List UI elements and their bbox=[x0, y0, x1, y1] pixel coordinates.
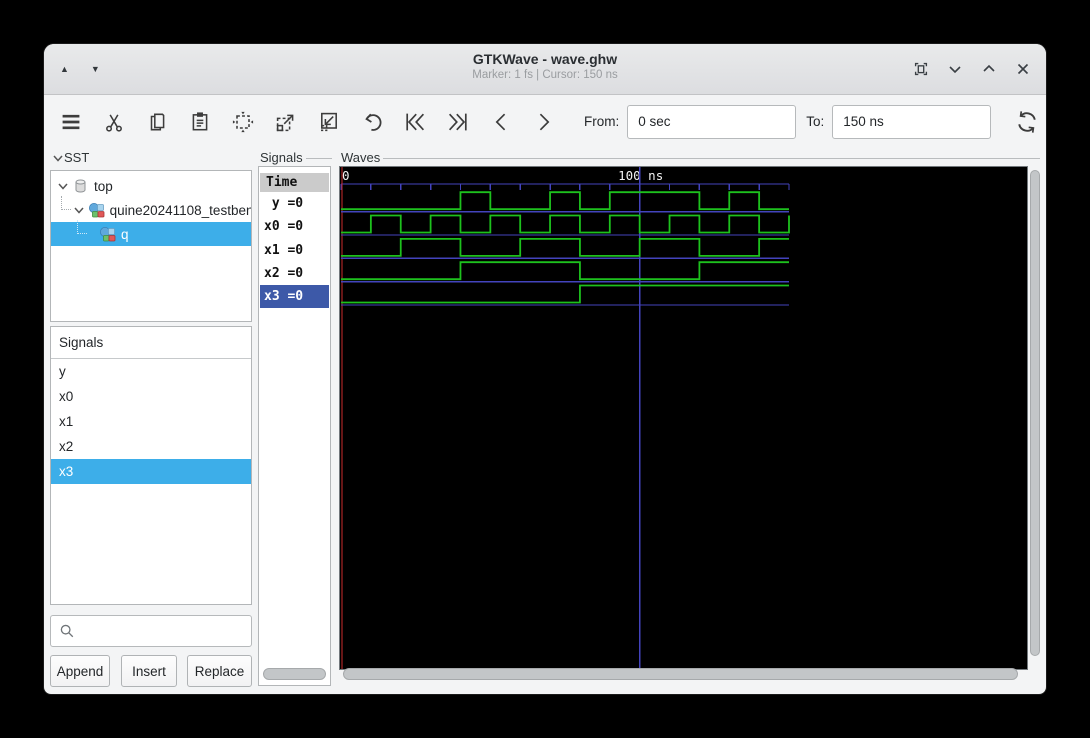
menu-icon[interactable] bbox=[58, 109, 84, 135]
wave-canvas[interactable]: 0 100 ns bbox=[339, 166, 1028, 670]
to-label: To: bbox=[806, 114, 825, 129]
svg-text:0: 0 bbox=[342, 168, 350, 183]
value-row-x2[interactable]: x2 =0 bbox=[260, 262, 329, 285]
titlebar: ▲ ▼ GTKWave - wave.ghw Marker: 1 fs | Cu… bbox=[44, 44, 1046, 95]
list-item-x3[interactable]: x3 bbox=[51, 459, 251, 484]
from-label: From: bbox=[584, 114, 620, 129]
tree-connector bbox=[77, 220, 87, 234]
tree-item-q[interactable]: q bbox=[51, 220, 251, 246]
expander-icon[interactable] bbox=[57, 180, 69, 192]
cut-icon[interactable] bbox=[101, 109, 127, 135]
waveform-trace-x0 bbox=[341, 214, 790, 234]
tree-item-label: top bbox=[94, 178, 113, 194]
waveform-trace-x1 bbox=[341, 237, 789, 257]
module-icon bbox=[88, 203, 104, 218]
unmaximize-icon[interactable] bbox=[946, 60, 964, 78]
value-row-y[interactable]: y =0 bbox=[260, 192, 329, 215]
wave-canvas-svg: 0 100 ns bbox=[340, 167, 790, 669]
sst-frame-label: SST bbox=[52, 150, 242, 165]
module-icon bbox=[100, 227, 116, 242]
waves-vscrollbar-thumb[interactable] bbox=[1030, 170, 1040, 656]
zoom-fit-icon[interactable] bbox=[230, 109, 256, 135]
append-button[interactable]: Append bbox=[50, 655, 110, 687]
replace-button[interactable]: Replace bbox=[187, 655, 252, 687]
window-title: GTKWave - wave.ghw bbox=[472, 51, 618, 67]
time-header[interactable]: Time bbox=[260, 173, 329, 192]
reload-icon[interactable] bbox=[1014, 109, 1040, 135]
waveform-trace-y bbox=[341, 191, 789, 211]
values-frame-label: Signals bbox=[260, 150, 332, 165]
value-row-x1[interactable]: x1 =0 bbox=[260, 239, 329, 262]
list-item-x0[interactable]: x0 bbox=[51, 384, 251, 409]
copy-icon[interactable] bbox=[144, 109, 170, 135]
from-input[interactable]: 0 sec bbox=[627, 104, 797, 139]
zoom-out-icon[interactable] bbox=[316, 109, 342, 135]
expander-icon[interactable] bbox=[73, 204, 85, 216]
search-icon bbox=[60, 624, 74, 638]
restore-icon[interactable] bbox=[912, 60, 930, 78]
value-row-x3[interactable]: x3 =0 bbox=[260, 285, 329, 309]
values-hscrollbar-thumb[interactable] bbox=[263, 668, 326, 680]
skip-to-start-icon[interactable] bbox=[402, 109, 428, 135]
list-item-y[interactable]: y bbox=[51, 359, 251, 384]
sst-tree-panel: top quine20241108_testben q bbox=[50, 170, 252, 322]
tree-item-label: q bbox=[121, 226, 129, 242]
waveform-trace-x3 bbox=[341, 284, 789, 304]
values-panel: Time y =0 x0 =0 x1 =0 x2 =0 x3 =0 bbox=[258, 166, 331, 686]
zoom-in-icon[interactable] bbox=[273, 109, 299, 135]
waves-frame-label: Waves bbox=[341, 150, 1040, 165]
step-back-icon[interactable] bbox=[488, 109, 514, 135]
insert-button[interactable]: Insert bbox=[121, 655, 177, 687]
undo-icon[interactable] bbox=[359, 109, 385, 135]
maximize-icon[interactable] bbox=[980, 60, 998, 78]
chevron-down-icon[interactable] bbox=[52, 152, 64, 164]
list-item-x1[interactable]: x1 bbox=[51, 409, 251, 434]
toolbar: From: 0 sec To: 150 ns bbox=[44, 95, 1046, 148]
window-subtitle: Marker: 1 fs | Cursor: 150 ns bbox=[472, 69, 618, 81]
to-input[interactable]: 150 ns bbox=[832, 104, 992, 139]
signal-search-input[interactable] bbox=[50, 615, 252, 647]
tree-item-label: quine20241108_testben bbox=[109, 202, 251, 218]
database-icon bbox=[75, 179, 86, 193]
skip-to-end-icon[interactable] bbox=[445, 109, 471, 135]
waves-hscrollbar-thumb[interactable] bbox=[343, 668, 1018, 680]
tree-item-module[interactable]: quine20241108_testben bbox=[51, 196, 251, 222]
close-icon[interactable] bbox=[1014, 60, 1032, 78]
list-item-x2[interactable]: x2 bbox=[51, 434, 251, 459]
gtkwave-window: ▲ ▼ GTKWave - wave.ghw Marker: 1 fs | Cu… bbox=[44, 44, 1046, 694]
step-forward-icon[interactable] bbox=[531, 109, 557, 135]
waveform-trace-x2 bbox=[341, 261, 789, 281]
signal-list-header: Signals bbox=[51, 327, 251, 359]
tree-item-top[interactable]: top bbox=[51, 174, 251, 198]
paste-icon[interactable] bbox=[187, 109, 213, 135]
signal-list-panel: Signals y x0 x1 x2 x3 bbox=[50, 326, 252, 605]
value-row-x0[interactable]: x0 =0 bbox=[260, 215, 329, 238]
svg-text:100 ns: 100 ns bbox=[618, 168, 663, 183]
tree-connector bbox=[61, 196, 71, 210]
